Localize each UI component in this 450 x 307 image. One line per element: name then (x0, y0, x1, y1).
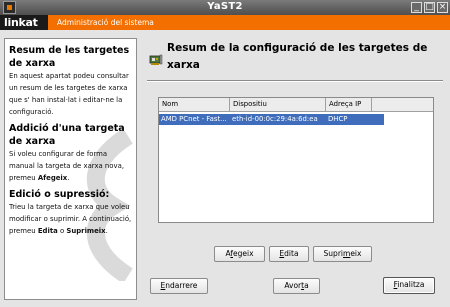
back-label-post: ndarrere (165, 281, 198, 290)
finish-button[interactable]: Finalitza (383, 277, 435, 294)
help-text-add-bold: Afegeix (37, 174, 68, 182)
network-card-icon (149, 54, 163, 65)
minimize-button[interactable]: _ (411, 2, 422, 13)
help-text-delete-bold: Suprimeix (66, 227, 106, 235)
help-text-add: Si voleu configurar de forma manual la t… (9, 148, 135, 184)
help-title-summary: Resum de les targetes de xarxa (9, 45, 130, 69)
help-panel: Resum de les targetes de xarxa En aquest… (4, 38, 137, 300)
column-header-ip[interactable]: Adreça IP (326, 98, 372, 111)
section-title: Administració del sistema (57, 18, 154, 27)
column-header-device[interactable]: Dispositiu (230, 98, 326, 111)
delete-button[interactable]: Suprimeix (313, 246, 372, 262)
add-label-post: egeix (233, 249, 254, 258)
help-title-add: Addició d'una targeta de xarxa (9, 123, 125, 147)
edit-label-post: dita (284, 249, 299, 258)
help-title-edit: Edició o supressió: (9, 189, 110, 200)
linkat-logo: linkat (0, 15, 48, 30)
brand-bar: linkat Administració del sistema (0, 15, 450, 30)
abort-button[interactable]: Avorta (273, 278, 320, 294)
finish-label-post: inalitza (397, 280, 425, 289)
help-text-summary: En aquest apartat podeu consultar un res… (9, 72, 129, 116)
logo-text: linkat (4, 16, 38, 29)
help-text-add-end: . (67, 174, 70, 182)
main-content: Resum de la configuració de les targetes… (145, 38, 445, 268)
table-row[interactable]: AMD PCnet - Fast... eth-id-00:0c:29:4a:6… (159, 114, 384, 125)
delete-label-pre: Supri (323, 249, 343, 258)
cell-device: eth-id-00:0c:29:4a:6d:ea (232, 115, 318, 123)
help-text-edit-bold: Edita (37, 227, 58, 235)
cell-name: AMD PCnet - Fast... (161, 115, 227, 123)
abort-label-post: a (304, 281, 309, 290)
title-bar[interactable]: YaST2 _ □ × (0, 0, 450, 15)
network-cards-table[interactable]: Nom Dispositiu Adreça IP AMD PCnet - Fas… (158, 97, 434, 223)
page-title: Resum de la configuració de les targetes… (167, 42, 428, 71)
yast-window: YaST2 _ □ × linkat Administració del sis… (0, 0, 450, 307)
add-button[interactable]: Afegeix (214, 246, 265, 262)
close-button[interactable]: × (437, 2, 448, 13)
column-header-name[interactable]: Nom (159, 98, 230, 111)
edit-button[interactable]: Edita (269, 246, 309, 262)
divider (147, 80, 443, 82)
abort-label-pre: Avor (284, 281, 302, 290)
cell-ip: DHCP (328, 115, 348, 123)
maximize-button[interactable]: □ (424, 2, 435, 13)
help-text-edit-end: . (105, 227, 108, 235)
table-header: Nom Dispositiu Adreça IP (159, 98, 433, 112)
back-button[interactable]: Endarrere (150, 278, 208, 294)
help-text-edit: Trieu la targeta de xarxa que voleu modi… (9, 201, 135, 237)
delete-label-post: eix (350, 249, 362, 258)
window-title: YaST2 (207, 1, 243, 12)
